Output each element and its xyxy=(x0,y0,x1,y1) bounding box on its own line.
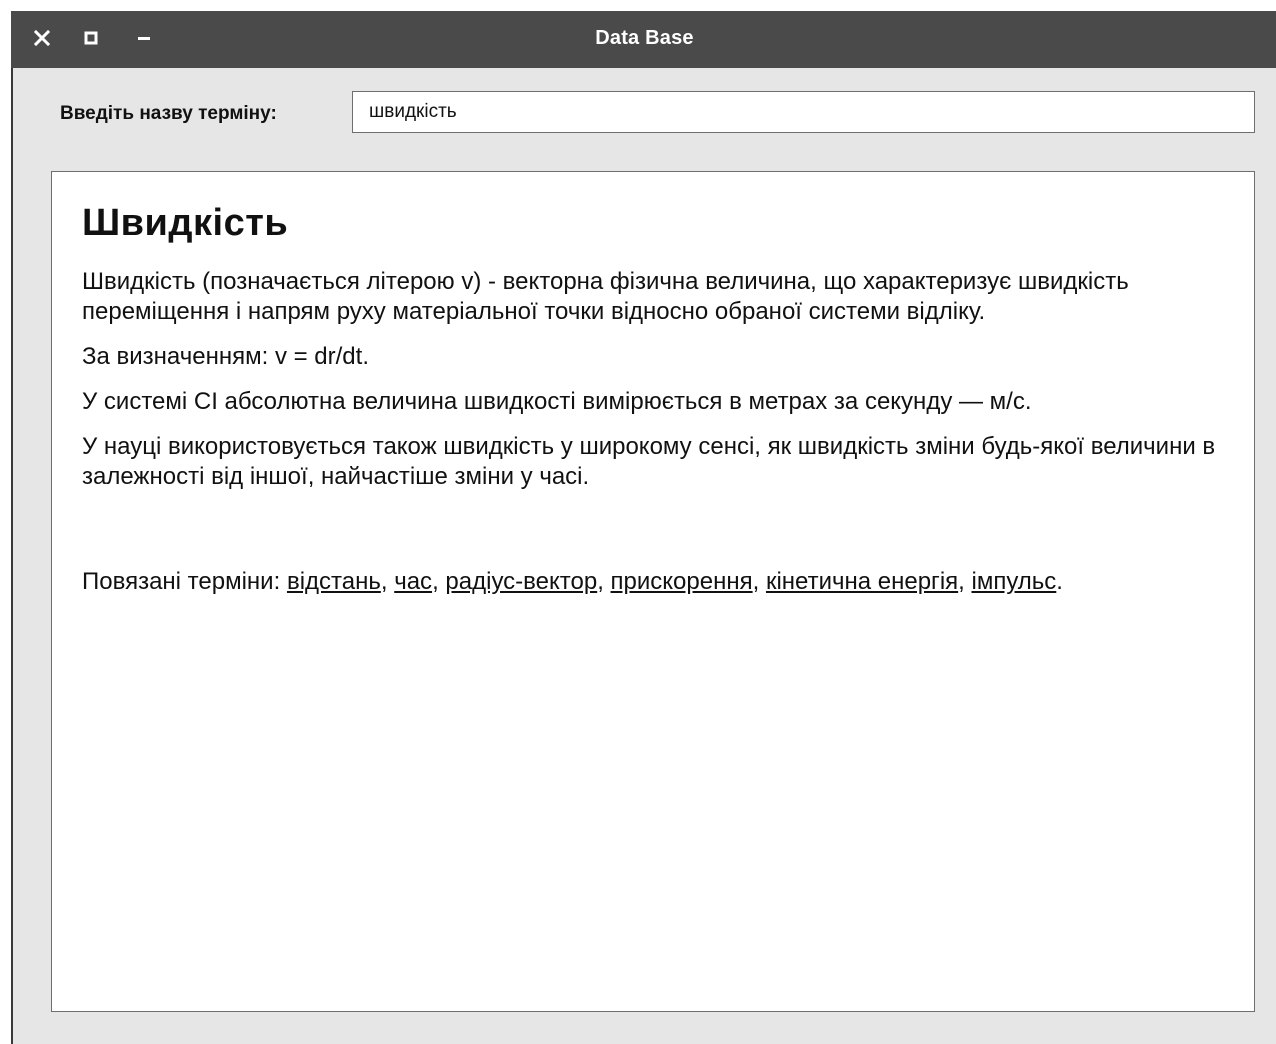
separator: , xyxy=(958,568,972,595)
article-paragraph: Швидкість (позначається літерою v) - век… xyxy=(82,268,1129,325)
search-label: Введіть назву терміну: xyxy=(60,103,277,124)
article-paragraph: У науці використовується також швидкість… xyxy=(82,433,1216,490)
separator: , xyxy=(597,568,611,595)
search-input[interactable] xyxy=(352,91,1255,133)
related-terms-suffix: . xyxy=(1056,568,1063,595)
related-link-kinetic-energy[interactable]: кінетична енергія xyxy=(766,568,958,595)
related-link-distance[interactable]: відстань xyxy=(287,568,381,595)
related-terms: Повязані терміни: відстань, час, радіус-… xyxy=(82,567,1224,597)
related-link-momentum[interactable]: імпульс xyxy=(971,568,1056,595)
related-link-acceleration[interactable]: прискорення xyxy=(611,568,753,595)
article-paragraph: За визначенням: v = dr/dt. xyxy=(82,343,369,370)
article-paragraph: У системі СІ абсолютна величина швидкост… xyxy=(82,388,1032,415)
separator: , xyxy=(380,568,395,595)
window-title: Data Base xyxy=(595,27,694,49)
separator: , xyxy=(752,568,766,595)
app-window: Data Base Введіть назву терміну: Швидкіс… xyxy=(11,11,1276,1044)
related-link-time[interactable]: час xyxy=(394,568,432,595)
separator: , xyxy=(432,568,446,595)
article-panel: Швидкість Швидкість (позначається літеро… xyxy=(51,171,1255,1012)
related-link-radius-vector[interactable]: радіус-вектор xyxy=(445,568,597,595)
title-bar[interactable]: Data Base xyxy=(11,11,1276,68)
article-heading: Швидкість xyxy=(82,202,289,244)
related-terms-prefix: Повязані терміни: xyxy=(82,568,287,595)
